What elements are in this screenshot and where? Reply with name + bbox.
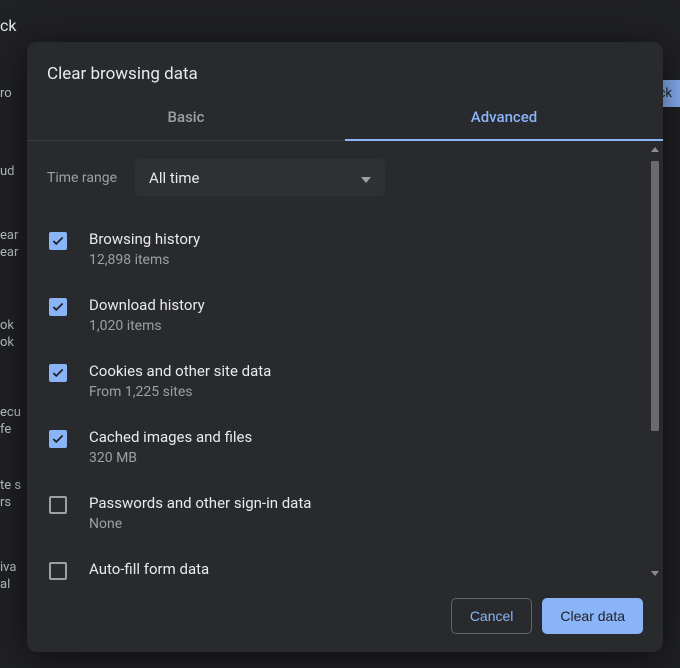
option-subtitle: 12,898 items [89, 252, 200, 268]
checkbox-cache[interactable] [49, 430, 67, 448]
scroll-down-icon[interactable] [651, 571, 659, 576]
tab-basic[interactable]: Basic [27, 96, 345, 140]
bg-text: ok [0, 318, 14, 333]
check-icon [51, 432, 65, 446]
options-scroll-area[interactable]: Time range All time Browsing history 12,… [27, 141, 647, 582]
option-cookies[interactable]: Cookies and other site data From 1,225 s… [47, 354, 643, 420]
option-title: Download history [89, 296, 205, 314]
time-range-label: Time range [47, 170, 117, 186]
option-subtitle: From 1,225 sites [89, 384, 271, 400]
bg-text: ear [0, 245, 18, 260]
bg-text: rs [0, 495, 11, 510]
check-icon [51, 300, 65, 314]
option-subtitle: None [89, 516, 311, 532]
option-cache[interactable]: Cached images and files 320 MB [47, 420, 643, 486]
bg-text: iva [0, 560, 16, 575]
check-icon [51, 234, 65, 248]
bg-text: te s [0, 478, 21, 493]
option-subtitle: 320 MB [89, 450, 252, 466]
bg-text: al [0, 577, 10, 592]
bg-text: ro [0, 86, 12, 101]
option-autofill[interactable]: Auto-fill form data [47, 552, 643, 582]
tab-advanced[interactable]: Advanced [345, 96, 663, 140]
time-range-row: Time range All time [47, 159, 643, 196]
dialog-tabs: Basic Advanced [27, 96, 663, 141]
option-title: Cookies and other site data [89, 362, 271, 380]
clear-browsing-data-dialog: Clear browsing data Basic Advanced Time … [27, 42, 663, 652]
option-title: Auto-fill form data [89, 560, 209, 578]
clear-data-button[interactable]: Clear data [542, 598, 643, 634]
bg-text: ud [0, 164, 15, 179]
checkbox-download-history[interactable] [49, 298, 67, 316]
dialog-footer: Cancel Clear data [27, 582, 663, 652]
bg-text: fe [0, 422, 11, 437]
checkbox-cookies[interactable] [49, 364, 67, 382]
dialog-body: Time range All time Browsing history 12,… [27, 141, 663, 582]
scroll-up-icon[interactable] [651, 147, 659, 152]
checkbox-passwords[interactable] [49, 496, 67, 514]
bg-text: ear [0, 228, 18, 243]
chevron-down-icon [361, 168, 371, 187]
check-icon [51, 366, 65, 380]
option-browsing-history[interactable]: Browsing history 12,898 items [47, 222, 643, 288]
checkbox-browsing-history[interactable] [49, 232, 67, 250]
time-range-select[interactable]: All time [135, 159, 385, 196]
scroll-thumb[interactable] [651, 161, 659, 431]
checkbox-autofill[interactable] [49, 562, 67, 580]
cancel-button[interactable]: Cancel [451, 598, 533, 634]
scrollbar[interactable] [649, 147, 661, 576]
dialog-title: Clear browsing data [27, 42, 663, 96]
bg-text: ecu [0, 405, 21, 420]
bg-text: ok [0, 335, 14, 350]
option-download-history[interactable]: Download history 1,020 items [47, 288, 643, 354]
option-title: Browsing history [89, 230, 200, 248]
option-title: Passwords and other sign-in data [89, 494, 311, 512]
bg-text: ck [0, 16, 16, 35]
time-range-value: All time [149, 169, 199, 187]
option-passwords[interactable]: Passwords and other sign-in data None [47, 486, 643, 552]
option-subtitle: 1,020 items [89, 318, 205, 334]
option-title: Cached images and files [89, 428, 252, 446]
